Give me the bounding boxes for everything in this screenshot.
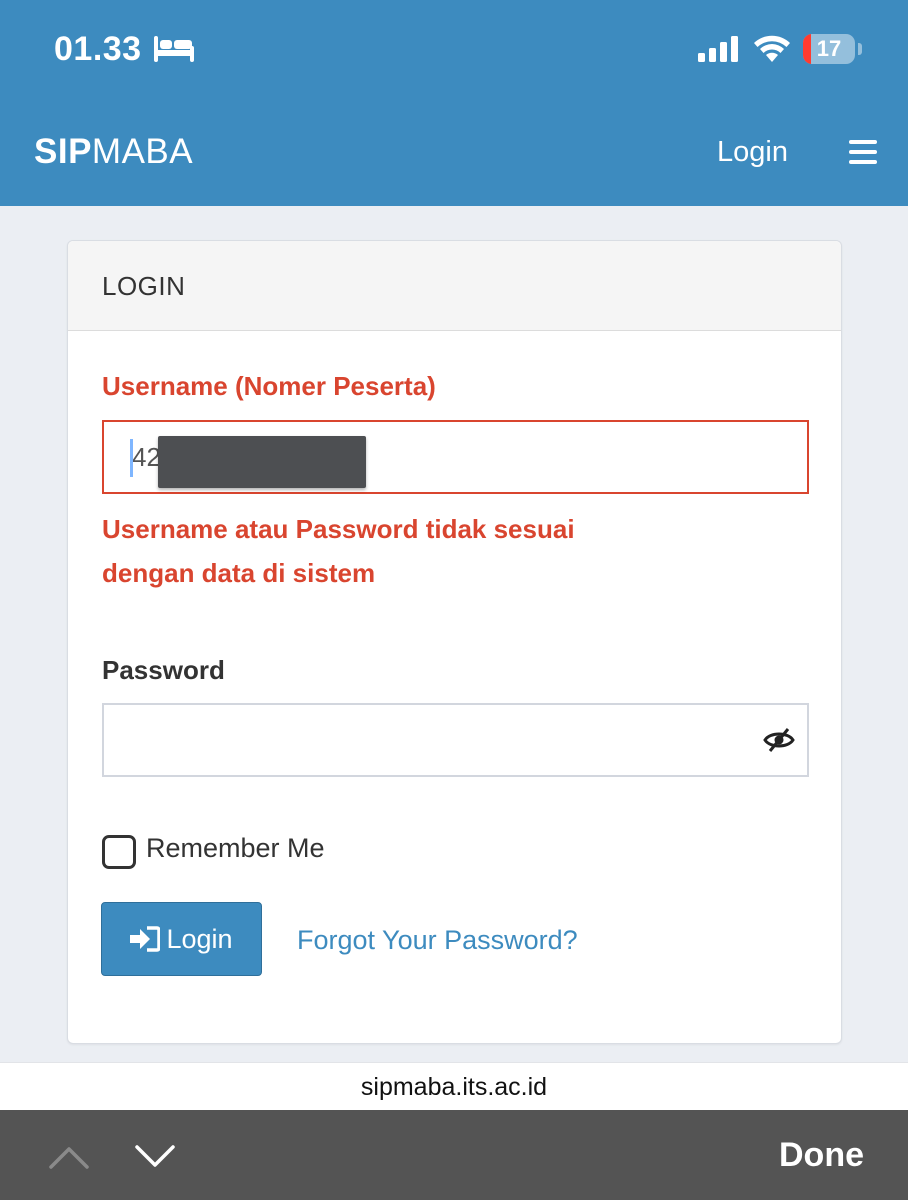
eye-slash-icon[interactable] <box>763 727 795 753</box>
login-button[interactable]: Login <box>101 902 262 976</box>
forgot-password-link[interactable]: Forgot Your Password? <box>297 925 578 956</box>
remember-me-label[interactable]: Remember Me <box>146 833 325 864</box>
brand-bold: SIP <box>34 132 92 171</box>
hamburger-icon[interactable] <box>849 140 877 164</box>
username-input[interactable]: 42 <box>102 420 809 494</box>
text-caret <box>130 439 133 477</box>
panel-heading: LOGIN <box>68 241 841 331</box>
login-panel: LOGIN Username (Nomer Peserta) 42 Userna… <box>67 240 842 1044</box>
brand-light: MABA <box>91 132 194 171</box>
signal-icon <box>698 36 738 62</box>
chevron-down-icon[interactable] <box>134 1144 176 1170</box>
bed-icon <box>154 36 194 62</box>
password-input[interactable] <box>102 703 809 777</box>
status-time: 01.33 <box>54 30 142 68</box>
url-bar[interactable]: sipmaba.its.ac.id <box>0 1062 908 1110</box>
status-bar: 01.33 17 <box>0 0 908 100</box>
redaction-block <box>158 436 366 488</box>
brand-logo[interactable]: SIPMABA <box>34 132 193 172</box>
chevron-up-icon[interactable] <box>48 1144 90 1170</box>
nav-login-link[interactable]: Login <box>717 136 788 169</box>
password-label: Password <box>102 655 225 685</box>
login-button-label: Login <box>166 923 233 954</box>
done-button[interactable]: Done <box>779 1136 864 1175</box>
username-value: 42 <box>132 442 161 472</box>
wifi-icon <box>754 35 790 62</box>
sign-in-icon <box>130 926 161 952</box>
battery-level: 17 <box>816 36 842 61</box>
battery-icon: 17 <box>803 34 855 64</box>
navbar: SIPMABA Login <box>0 100 908 206</box>
remember-me-checkbox[interactable] <box>102 835 136 869</box>
keyboard-toolbar: Done <box>0 1110 908 1200</box>
error-message: Username atau Password tidak sesuai deng… <box>102 514 575 588</box>
username-label: Username (Nomer Peserta) <box>102 371 436 401</box>
